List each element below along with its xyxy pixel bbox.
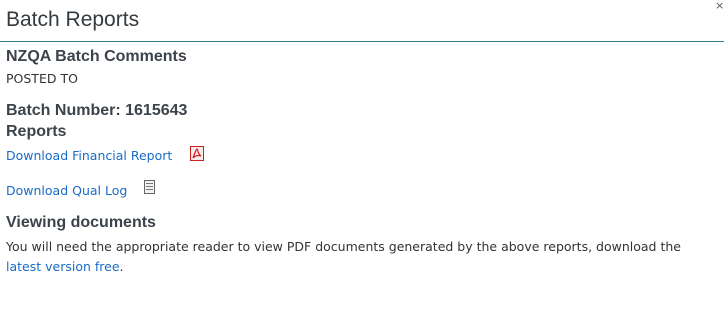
viewing-documents-body: You will need the appropriate reader to … [6,239,681,254]
download-financial-report-link[interactable]: Download Financial Report [6,148,172,163]
viewing-documents-text: You will need the appropriate reader to … [6,237,718,277]
close-icon[interactable]: × [715,0,724,11]
page-header: Batch Reports × [0,0,724,42]
latest-version-free-link[interactable]: latest version free [6,259,120,274]
page-title: Batch Reports [6,8,140,31]
document-icon[interactable] [144,180,155,194]
reports-heading: Reports [6,123,67,140]
batch-reports-page: Batch Reports × NZQA Batch Comments POST… [0,0,724,320]
pdf-icon[interactable] [190,146,204,161]
download-qual-log-link[interactable]: Download Qual Log [6,183,127,198]
batch-comments-heading: NZQA Batch Comments [6,48,187,65]
posted-to-label: POSTED TO [6,71,78,86]
batch-number-label: Batch Number: 1615643 [6,102,188,119]
sentence-period: . [119,259,124,274]
viewing-documents-heading: Viewing documents [6,214,156,231]
